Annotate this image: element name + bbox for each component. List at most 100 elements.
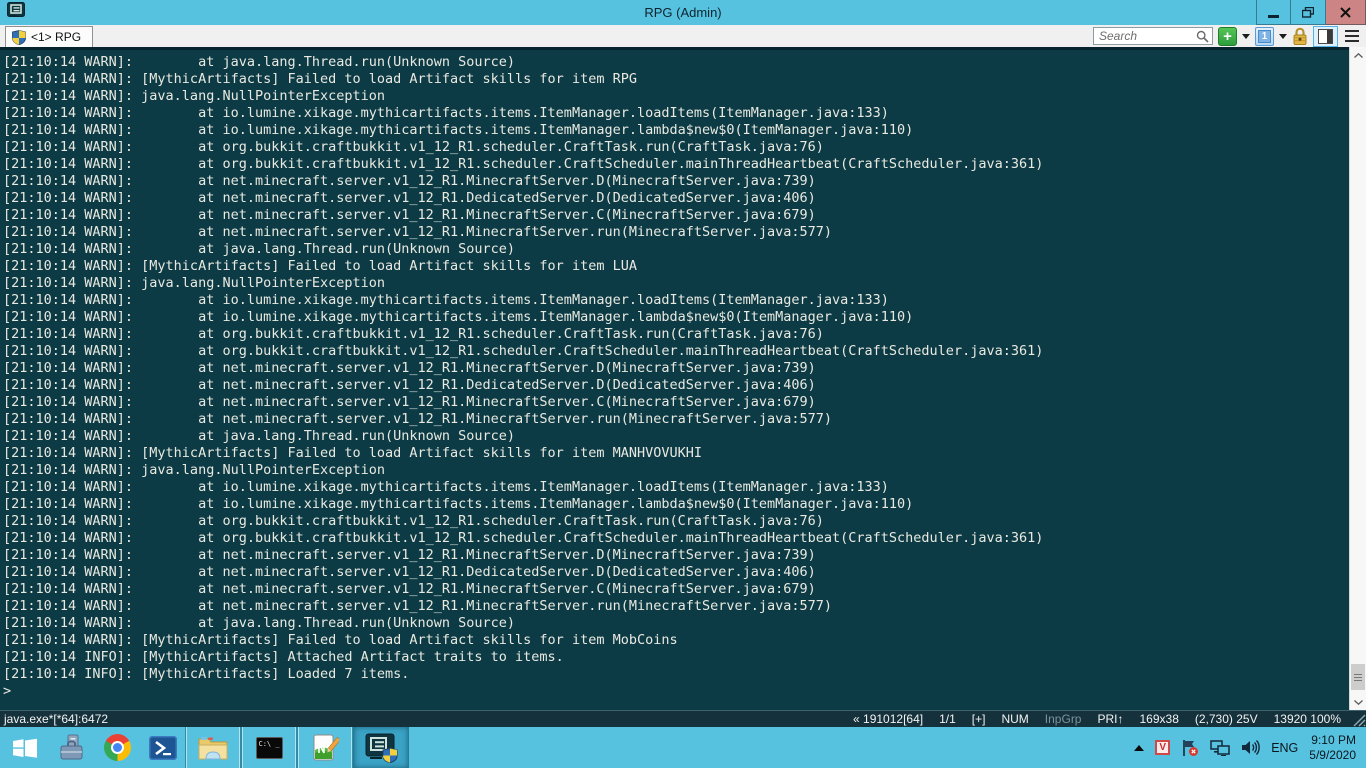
- console-line: [21:10:14 WARN]: at net.minecraft.server…: [3, 173, 816, 189]
- console-line: [21:10:14 WARN]: at org.bukkit.craftbukk…: [3, 326, 824, 342]
- show-hidden-icons-button[interactable]: [1134, 740, 1145, 751]
- status-item[interactable]: (2,730) 25V: [1195, 712, 1258, 726]
- console-line: [21:10:14 WARN]: at org.bukkit.craftbukk…: [3, 139, 824, 155]
- scrollbar[interactable]: [1349, 47, 1366, 710]
- process-label: java.exe*[*64]:6472: [4, 712, 109, 726]
- console-line: [21:10:14 WARN]: at io.lumine.xikage.myt…: [3, 105, 889, 121]
- console-line: [21:10:14 WARN]: at net.minecraft.server…: [3, 598, 833, 614]
- chevron-up-icon: [1353, 52, 1363, 58]
- search-icon: [1196, 30, 1209, 43]
- console-line: [21:10:14 WARN]: at net.minecraft.server…: [3, 377, 816, 393]
- v-app-tray-icon[interactable]: V: [1155, 740, 1171, 755]
- status-item[interactable]: InpGrp: [1045, 712, 1082, 726]
- console-line: >: [3, 683, 12, 699]
- taskbar-item-file-explorer[interactable]: [185, 727, 241, 768]
- console-line: [21:10:14 WARN]: java.lang.NullPointerEx…: [3, 275, 386, 291]
- conemu-logo-icon: [7, 2, 25, 23]
- taskbar-item-notepad-plus-plus[interactable]: [297, 727, 353, 768]
- taskbar-item-chrome[interactable]: [95, 727, 140, 768]
- minimize-button[interactable]: [1256, 0, 1291, 25]
- console-line: [21:10:14 WARN]: at net.minecraft.server…: [3, 190, 816, 206]
- new-console-dropdown-icon[interactable]: [1242, 34, 1250, 43]
- status-item[interactable]: [+]: [972, 712, 986, 726]
- search-placeholder: Search: [1099, 29, 1138, 43]
- restore-button[interactable]: [1291, 0, 1326, 25]
- taskbar: C:\ _ V ENG 9:10 PM 5/9/2020: [0, 727, 1366, 768]
- network-icon[interactable]: [1210, 739, 1230, 756]
- status-item[interactable]: NUM: [1001, 712, 1028, 726]
- status-bar: java.exe*[*64]:6472 « 191012[64] 1/1 [+] NU…: [0, 710, 1366, 727]
- clock-time: 9:10 PM: [1311, 732, 1356, 747]
- console-line: [21:10:14 WARN]: at io.lumine.xikage.myt…: [3, 479, 889, 495]
- chrome-icon: [104, 734, 131, 761]
- resize-grip-icon[interactable]: [1351, 712, 1366, 727]
- window-controls: [1256, 0, 1366, 25]
- start-button[interactable]: [0, 727, 50, 768]
- console-line: [21:10:14 WARN]: at org.bukkit.craftbukk…: [3, 343, 1044, 359]
- console-line: [21:10:14 WARN]: at java.lang.Thread.run…: [3, 615, 516, 631]
- console-region: [21:10:14 WARN]: at java.lang.Thread.run…: [0, 47, 1366, 710]
- scrollbar-thumb[interactable]: [1351, 664, 1365, 690]
- console-line: [21:10:14 INFO]: [MythicArtifacts] Loade…: [3, 666, 410, 682]
- status-item[interactable]: 169x38: [1140, 712, 1179, 726]
- taskbar-item-command-prompt[interactable]: C:\ _: [241, 727, 297, 768]
- tab-bar: <1> RPG Search + 1: [0, 25, 1366, 47]
- console-line: [21:10:14 WARN]: at net.minecraft.server…: [3, 411, 833, 427]
- console-list-dropdown-icon[interactable]: [1279, 34, 1287, 43]
- active-console-button[interactable]: 1: [1255, 26, 1274, 46]
- console-line: [21:10:14 WARN]: at org.bukkit.craftbukk…: [3, 513, 824, 529]
- minimize-icon: [1268, 14, 1279, 18]
- clock[interactable]: 9:10 PM 5/9/2020: [1309, 733, 1356, 763]
- console-line: [21:10:14 WARN]: [MythicArtifacts] Faile…: [3, 71, 637, 87]
- menu-button[interactable]: [1343, 28, 1361, 44]
- windows-logo-icon: [13, 738, 37, 758]
- console-line: [21:10:14 WARN]: at net.minecraft.server…: [3, 394, 816, 410]
- powershell-icon: [148, 735, 177, 760]
- console-line: [21:10:14 WARN]: [MythicArtifacts] Faile…: [3, 258, 637, 274]
- command-prompt-icon: C:\ _: [255, 736, 283, 759]
- tab-label: <1> RPG: [31, 30, 82, 44]
- speaker-icon[interactable]: [1241, 739, 1261, 756]
- console-line: [21:10:14 WARN]: java.lang.NullPointerEx…: [3, 88, 386, 104]
- search-input[interactable]: Search: [1093, 27, 1213, 45]
- restore-icon: [1302, 6, 1314, 18]
- taskbar-item-conemu-active[interactable]: [353, 727, 409, 768]
- scroll-down-button[interactable]: [1350, 694, 1366, 710]
- console-output[interactable]: [21:10:14 WARN]: at java.lang.Thread.run…: [0, 47, 1349, 710]
- active-console-number: 1: [1258, 29, 1271, 43]
- clock-date: 5/9/2020: [1309, 747, 1356, 762]
- console-line: [21:10:14 WARN]: [MythicArtifacts] Faile…: [3, 632, 678, 648]
- status-items: « 191012[64] 1/1 [+] NUM InpGrp PRI↑ 169x38 (2,…: [853, 712, 1345, 726]
- action-center-flag-icon[interactable]: [1181, 739, 1199, 757]
- close-button[interactable]: [1326, 0, 1366, 25]
- console-line: [21:10:14 WARN]: at net.minecraft.server…: [3, 224, 833, 240]
- console-line: [21:10:14 WARN]: at java.lang.Thread.run…: [3, 241, 516, 257]
- lock-icon[interactable]: [1292, 27, 1308, 46]
- language-indicator[interactable]: ENG: [1271, 741, 1298, 755]
- taskbar-item-powershell[interactable]: [140, 727, 185, 768]
- console-line: [21:10:14 WARN]: at io.lumine.xikage.myt…: [3, 309, 914, 325]
- status-item[interactable]: PRI↑: [1097, 712, 1123, 726]
- window-title: RPG (Admin): [644, 5, 722, 20]
- console-line: [21:10:14 WARN]: at net.minecraft.server…: [3, 547, 816, 563]
- scroll-up-button[interactable]: [1350, 47, 1366, 63]
- console-line: [21:10:14 WARN]: at net.minecraft.server…: [3, 360, 816, 376]
- console-line: [21:10:14 WARN]: at io.lumine.xikage.myt…: [3, 292, 889, 308]
- console-line: [21:10:14 WARN]: at org.bukkit.craftbukk…: [3, 156, 1044, 172]
- tab-rpg[interactable]: <1> RPG: [5, 26, 94, 47]
- taskbar-item-server-manager[interactable]: [50, 727, 95, 768]
- console-line: [21:10:14 WARN]: at net.minecraft.server…: [3, 564, 816, 580]
- chevron-down-icon: [1353, 699, 1363, 705]
- system-tray: V ENG 9:10 PM 5/9/2020: [1134, 727, 1366, 768]
- conemu-admin-icon: [365, 733, 398, 763]
- console-line: [21:10:14 WARN]: java.lang.NullPointerEx…: [3, 462, 386, 478]
- status-item[interactable]: 13920 100%: [1274, 712, 1341, 726]
- console-line: [21:10:14 WARN]: at io.lumine.xikage.myt…: [3, 496, 914, 512]
- view-toggle-button[interactable]: [1313, 25, 1338, 47]
- status-item[interactable]: « 191012[64]: [853, 712, 923, 726]
- status-item[interactable]: 1/1: [939, 712, 956, 726]
- close-icon: [1340, 6, 1351, 18]
- uac-shield-icon: [12, 29, 26, 45]
- console-line: [21:10:14 WARN]: at io.lumine.xikage.myt…: [3, 122, 914, 138]
- new-console-button[interactable]: +: [1218, 26, 1237, 46]
